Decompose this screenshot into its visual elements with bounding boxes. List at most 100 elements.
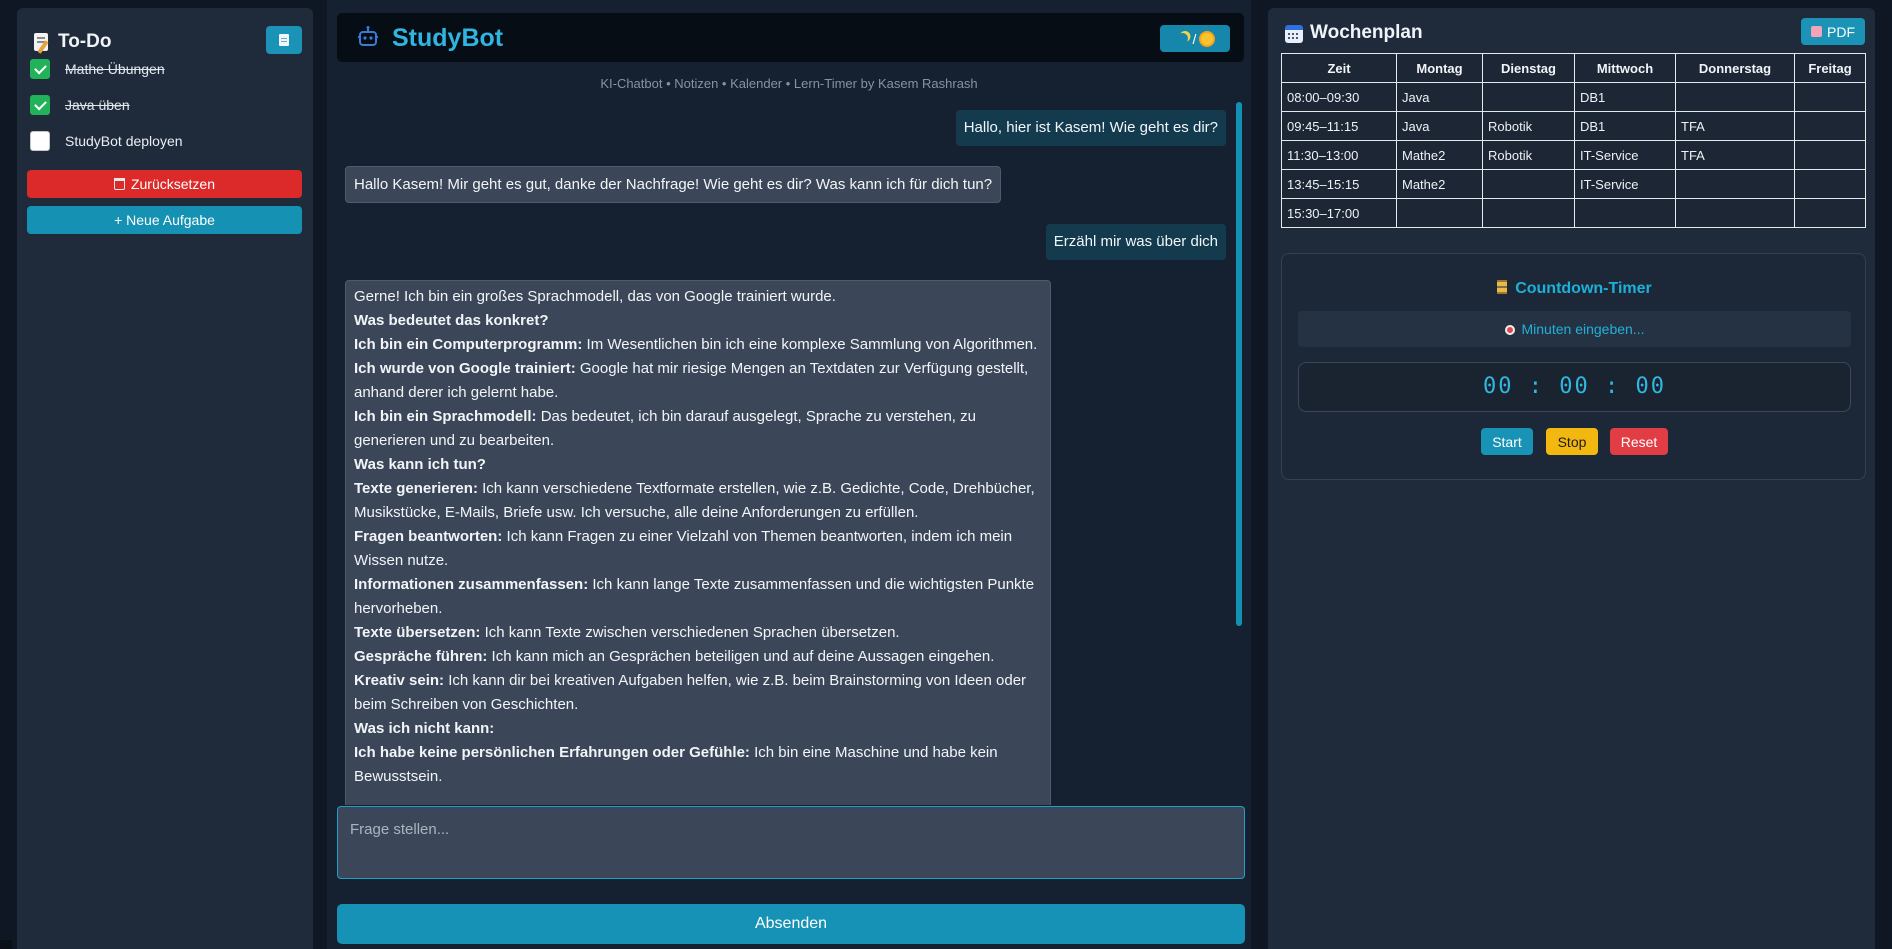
- user-message: Erzähl mir was über dich: [1045, 224, 1226, 260]
- add-task-label: + Neue Aufgabe: [114, 212, 215, 228]
- minutes-input[interactable]: Minuten eingeben...: [1298, 311, 1851, 347]
- schedule-cell: [1675, 198, 1795, 228]
- bot-line-heading: Kreativ sein:: [354, 672, 445, 689]
- column-header: Montag: [1396, 53, 1483, 83]
- planner-panel: Wochenplan PDF Zeit Montag Dienstag Mitt…: [1268, 8, 1875, 949]
- bot-message-line: Fragen beantworten: Ich kann Fragen zu e…: [354, 525, 1042, 573]
- bot-message-line: Texte übersetzen: Ich kann Texte zwische…: [354, 621, 1042, 645]
- minutes-placeholder: Minuten eingeben...: [1521, 321, 1645, 337]
- bot-line-heading: Texte übersetzen:: [354, 624, 481, 641]
- todo-export-button[interactable]: [266, 26, 302, 54]
- bot-line-heading: Ich wurde von Google trainiert:: [354, 360, 576, 377]
- schedule-cell: [1794, 198, 1866, 228]
- bot-line-text: Ich kann dir bei kreativen Aufgaben helf…: [354, 672, 1027, 713]
- bot-line-text: Im Wesentlichen bin ich eine komplexe Sa…: [582, 336, 1038, 353]
- question-input[interactable]: Frage stellen...: [337, 806, 1245, 879]
- pdf-export-button[interactable]: PDF: [1801, 18, 1865, 45]
- time-slot-cell: 09:45–11:15: [1281, 111, 1397, 141]
- timer-title-text: Countdown-Timer: [1515, 280, 1652, 297]
- todo-item[interactable]: Mathe Übungen: [30, 58, 165, 80]
- todo-checkbox[interactable]: [30, 95, 50, 115]
- todo-checkbox[interactable]: [30, 131, 50, 151]
- schedule-cell: Robotik: [1482, 140, 1575, 170]
- bot-message-line: Ich bin ein Computerprogramm: Im Wesentl…: [354, 333, 1042, 357]
- column-header: Mittwoch: [1574, 53, 1676, 83]
- table-row: 15:30–17:00: [1281, 198, 1866, 228]
- hourglass-icon: [1497, 280, 1508, 294]
- bot-line-heading: Informationen zusammenfassen:: [354, 576, 589, 593]
- send-button[interactable]: Absenden: [337, 904, 1245, 944]
- add-task-button[interactable]: + Neue Aufgabe: [27, 206, 302, 234]
- app-title: StudyBot: [392, 24, 504, 52]
- bot-line-heading: Was bedeutet das konkret?: [354, 312, 549, 329]
- bot-message-line: Was ich nicht kann:: [354, 717, 1042, 741]
- calendar-icon: [1285, 25, 1303, 43]
- trash-icon: [113, 178, 125, 190]
- todo-header: To-Do: [32, 26, 302, 58]
- timer-stop-button[interactable]: Stop: [1546, 428, 1598, 455]
- schedule-cell: [1574, 198, 1676, 228]
- timer-start-button[interactable]: Start: [1481, 428, 1533, 455]
- chat-messages[interactable]: Hallo, hier ist Kasem! Wie geht es dir? …: [327, 95, 1251, 805]
- timer-reset-button[interactable]: Reset: [1610, 428, 1668, 455]
- robot-icon: [358, 26, 378, 46]
- schedule-cell: [1396, 198, 1483, 228]
- reset-todos-button[interactable]: Zurücksetzen: [27, 170, 302, 198]
- todo-checkbox[interactable]: [30, 59, 50, 79]
- schedule-cell: Mathe2: [1396, 140, 1483, 170]
- bot-message-line: Ich habe keine persönlichen Erfahrungen …: [354, 741, 1042, 789]
- schedule-cell: [1794, 169, 1866, 199]
- bot-line-heading: Ich bin ein Computerprogramm:: [354, 336, 583, 353]
- app-subtitle: KI-Chatbot • Notizen • Kalender • Lern-T…: [600, 76, 978, 91]
- time-slot-cell: 15:30–17:00: [1281, 198, 1397, 228]
- memo-icon: [32, 31, 50, 54]
- schedule-cell: [1675, 169, 1795, 199]
- reset-todos-label: Zurücksetzen: [130, 176, 216, 192]
- bot-line-heading: Was ich nicht kann:: [354, 720, 495, 737]
- countdown-timer: Countdown-Timer Minuten eingeben... 00 :…: [1281, 253, 1866, 480]
- countdown-display: 00 : 00 : 00: [1298, 362, 1851, 412]
- schedule-cell: [1794, 140, 1866, 170]
- bot-message-line: Ich bin ein Sprachmodell: Das bedeutet, …: [354, 405, 1042, 453]
- pdf-label: PDF: [1827, 23, 1855, 40]
- bot-line-heading: Ich habe keine persönlichen Erfahrungen …: [354, 744, 750, 761]
- schedule-cell: [1794, 82, 1866, 112]
- timer-title: Countdown-Timer: [1282, 280, 1867, 298]
- bot-message-line: Kreativ sein: Ich kann dir bei kreativen…: [354, 669, 1042, 717]
- bot-message-line: Was kann ich tun?: [354, 453, 1042, 477]
- schedule-cell: Java: [1396, 82, 1483, 112]
- bot-line-heading: Gespräche führen:: [354, 648, 488, 665]
- chat-scrollbar[interactable]: [1236, 102, 1242, 626]
- bot-line-heading: Ich bin ein Sprachmodell:: [354, 408, 537, 425]
- pdf-icon: [1811, 26, 1822, 37]
- schedule-cell: IT-Service: [1574, 169, 1676, 199]
- moon-icon: [1175, 31, 1189, 45]
- bot-message-line: Gerne! Ich bin ein großes Sprachmodell, …: [354, 285, 1042, 309]
- bot-line-heading: Texte generieren:: [354, 480, 478, 497]
- todo-title: To-Do: [58, 31, 112, 52]
- schedule-cell: DB1: [1574, 111, 1676, 141]
- table-header-row: Zeit Montag Dienstag Mittwoch Donnerstag…: [1281, 53, 1866, 83]
- todo-item[interactable]: StudyBot deployen: [30, 130, 183, 152]
- bot-message: Hallo Kasem! Mir geht es gut, danke der …: [345, 166, 1002, 203]
- todo-item[interactable]: Java üben: [30, 94, 130, 116]
- schedule-cell: DB1: [1574, 82, 1676, 112]
- bot-line-heading: Was kann ich tun?: [354, 456, 486, 473]
- bot-line-text: Gerne! Ich bin ein großes Sprachmodell, …: [354, 288, 836, 305]
- theme-toggle-button[interactable]: /: [1160, 25, 1230, 52]
- schedule-cell: TFA: [1675, 111, 1795, 141]
- bot-message: Gerne! Ich bin ein großes Sprachmodell, …: [345, 280, 1051, 805]
- schedule-cell: Robotik: [1482, 111, 1575, 141]
- time-slot-cell: 11:30–13:00: [1281, 140, 1397, 170]
- weekplan-title: Wochenplan: [1310, 22, 1423, 43]
- schedule-cell: [1482, 82, 1575, 112]
- sun-icon: [1201, 32, 1214, 45]
- table-row: 08:00–09:30 Java DB1: [1281, 82, 1866, 112]
- bot-message-line: Was bedeutet das konkret?: [354, 309, 1042, 333]
- bot-message-line: Ich wurde von Google trainiert: Google h…: [354, 357, 1042, 405]
- time-slot-cell: 08:00–09:30: [1281, 82, 1397, 112]
- schedule-cell: [1794, 111, 1866, 141]
- todo-panel: To-Do Mathe Übungen Java üben StudyBot d…: [17, 8, 313, 949]
- column-header: Freitag: [1794, 53, 1866, 83]
- document-icon: [279, 34, 289, 46]
